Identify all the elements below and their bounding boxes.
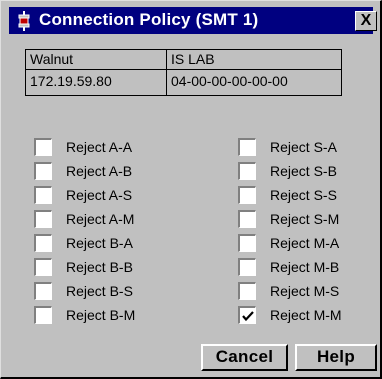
checkbox-label: Reject S-A	[270, 139, 337, 155]
checkbox-reject-a-s[interactable]	[34, 186, 52, 204]
station-info-table: Walnut IS LAB 172.19.59.80 04-00-00-00-0…	[25, 49, 342, 96]
checkbox-label: Reject A-S	[66, 187, 133, 203]
checkbox-label: Reject S-S	[270, 187, 337, 203]
checkbox-reject-b-a[interactable]	[34, 234, 52, 252]
title-bar: Connection Policy (SMT 1)	[9, 7, 373, 34]
checkbox-label: Reject A-M	[66, 211, 135, 227]
station-location: IS LAB	[171, 51, 215, 67]
close-button[interactable]: X	[355, 11, 377, 31]
checkbox-label: Reject A-B	[66, 163, 133, 179]
checkbox-reject-b-b[interactable]	[34, 258, 52, 276]
checkbox-reject-s-s[interactable]	[238, 186, 256, 204]
cancel-button[interactable]: Cancel	[201, 344, 288, 371]
window-title: Connection Policy (SMT 1)	[39, 10, 259, 29]
checkbox-label: Reject M-B	[270, 259, 340, 275]
checkbox-label: Reject M-M	[270, 307, 342, 323]
station-name: Walnut	[30, 51, 74, 67]
checkbox-reject-a-b[interactable]	[34, 162, 52, 180]
checkbox-label: Reject M-A	[270, 235, 340, 251]
help-button[interactable]: Help	[295, 344, 377, 371]
table-divider-vertical	[166, 50, 167, 95]
checkbox-reject-a-m[interactable]	[34, 210, 52, 228]
checkbox-reject-s-m[interactable]	[238, 210, 256, 228]
station-mac-address: 04-00-00-00-00-00	[171, 73, 288, 89]
checkbox-label: Reject M-S	[270, 283, 340, 299]
checkbox-reject-b-s[interactable]	[34, 282, 52, 300]
table-divider-horizontal	[26, 69, 341, 70]
checkbox-reject-b-m[interactable]	[34, 306, 52, 324]
checkbox-label: Reject B-A	[66, 235, 133, 251]
checkbox-reject-m-a[interactable]	[238, 234, 256, 252]
station-ip-address: 172.19.59.80	[30, 73, 112, 89]
checkbox-reject-s-a[interactable]	[238, 138, 256, 156]
checkbox-reject-s-b[interactable]	[238, 162, 256, 180]
checkbox-label: Reject S-M	[270, 211, 340, 227]
checkbox-reject-m-b[interactable]	[238, 258, 256, 276]
checkbox-label: Reject B-B	[66, 259, 133, 275]
checkbox-reject-a-a[interactable]	[34, 138, 52, 156]
checkbox-label: Reject B-M	[66, 307, 136, 323]
checkbox-reject-m-s[interactable]	[238, 282, 256, 300]
connection-policy-dialog: Connection Policy (SMT 1) X Walnut IS LA…	[0, 0, 382, 379]
checkmark-icon	[242, 311, 254, 322]
checkbox-label: Reject A-A	[66, 139, 133, 155]
checkbox-label: Reject B-S	[66, 283, 133, 299]
checkbox-reject-m-m[interactable]	[238, 306, 256, 324]
close-icon: X	[360, 12, 372, 29]
device-icon	[18, 11, 30, 31]
checkbox-label: Reject S-B	[270, 163, 337, 179]
